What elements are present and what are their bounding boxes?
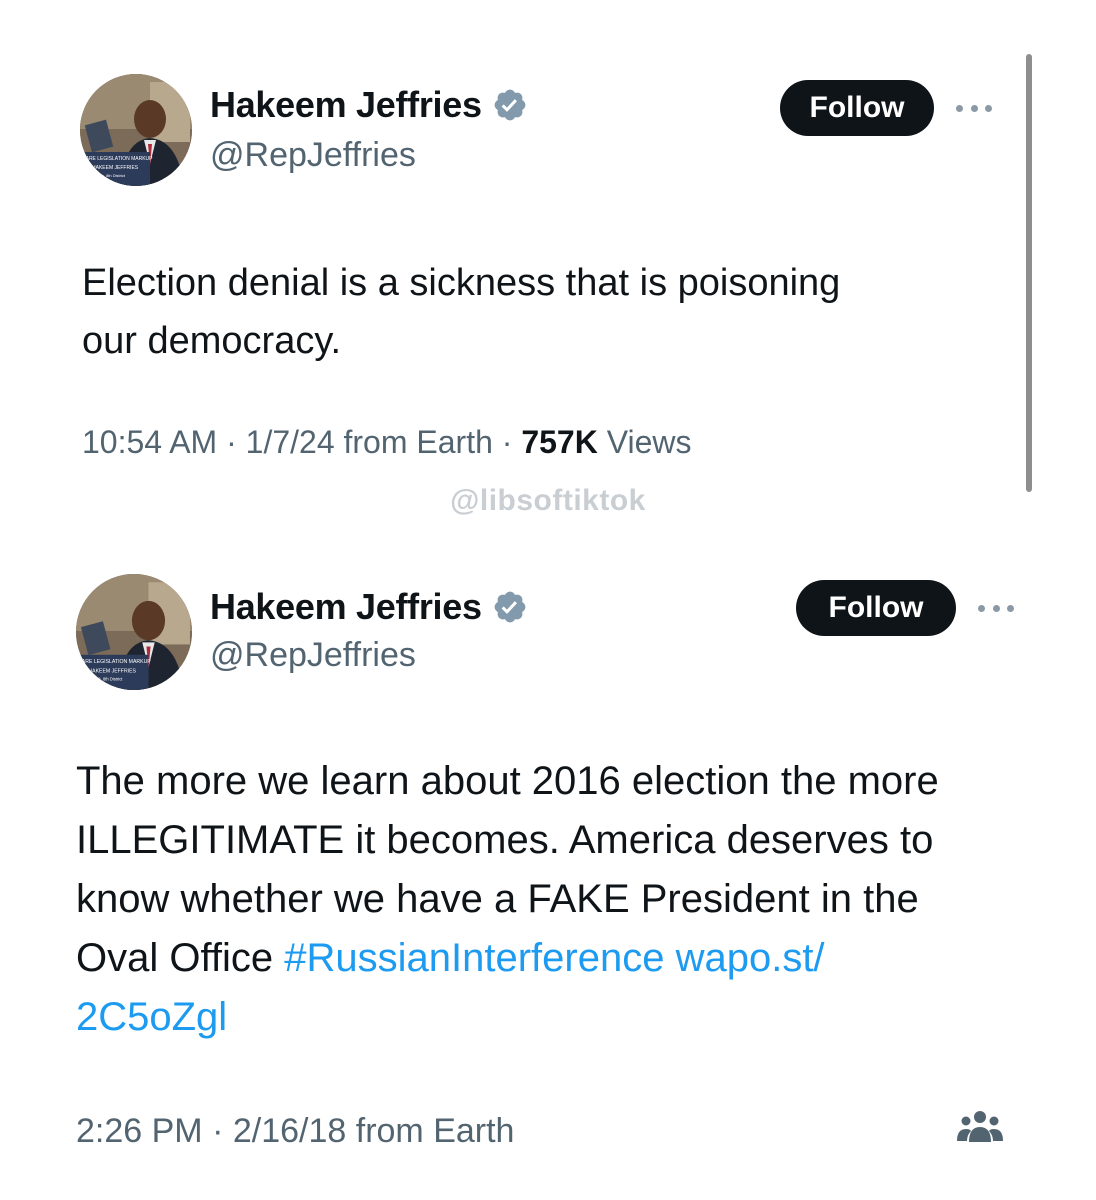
- tweet-1[interactable]: CARE LEGISLATION MARKUP HAKEEM JEFFRIES …: [0, 0, 1096, 470]
- tweet-meta: 2:26 PM · 2/16/18 from Earth: [76, 1112, 515, 1150]
- hashtag-link[interactable]: #RussianInterference: [284, 936, 664, 980]
- tweet-2[interactable]: CARE LEGISLATION MARKUP HAKEEM JEFFRIES …: [0, 540, 1096, 1200]
- tweet-meta: 10:54 AM · 1/7/24 from Earth · 757K View…: [82, 424, 692, 460]
- tweet-text-line: ILLEGITIMATE it becomes. America deserve…: [76, 818, 934, 862]
- author-name[interactable]: Hakeem Jeffries: [210, 84, 482, 126]
- author-handle[interactable]: @RepJeffries: [210, 636, 416, 675]
- author-handle[interactable]: @RepJeffries: [210, 136, 416, 175]
- url-link[interactable]: 2C5oZgl: [76, 995, 227, 1039]
- avatar-caption: CARE LEGISLATION MARKUP: [82, 156, 153, 162]
- tweet-date[interactable]: 1/7/24 from Earth: [246, 424, 493, 460]
- more-options-icon[interactable]: [978, 602, 1014, 614]
- tweet-text: Election denial is a sickness that is po…: [82, 254, 840, 370]
- tweet-text-line: our democracy.: [82, 320, 342, 362]
- avatar[interactable]: CARE LEGISLATION MARKUP HAKEEM JEFFRIES …: [76, 574, 192, 690]
- avatar-caption: HAKEEM JEFFRIES: [92, 165, 139, 171]
- tweet-text-line: Election denial is a sickness that is po…: [82, 262, 841, 304]
- verified-badge-icon: [494, 591, 526, 623]
- tweet-date[interactable]: 2/16/18 from Earth: [233, 1112, 515, 1150]
- avatar-caption: HAKEEM JEFFRIES: [88, 668, 136, 674]
- views-label: Views: [606, 424, 692, 460]
- tweet-text-line: 2C5oZgl: [76, 988, 939, 1047]
- follow-button[interactable]: Follow: [780, 80, 934, 136]
- tweet-time[interactable]: 2:26 PM: [76, 1112, 203, 1150]
- more-options-icon[interactable]: [956, 102, 992, 114]
- avatar-caption: York, 8th District: [96, 173, 126, 178]
- community-people-icon[interactable]: [956, 1108, 1004, 1148]
- avatar-caption: CARE LEGISLATION MARKUP: [78, 659, 151, 665]
- verified-badge-icon: [494, 89, 526, 121]
- tweet-text-line: The more we learn about 2016 election th…: [76, 759, 939, 803]
- tweet-text-segment: Oval Office: [76, 936, 285, 980]
- tweet-text: The more we learn about 2016 election th…: [76, 752, 939, 1047]
- tweet-text-line: know whether we have a FAKE President in…: [76, 877, 919, 921]
- follow-button[interactable]: Follow: [796, 580, 956, 636]
- author-name[interactable]: Hakeem Jeffries: [210, 586, 482, 628]
- avatar-photo: CARE LEGISLATION MARKUP HAKEEM JEFFRIES …: [76, 574, 192, 690]
- avatar-photo: CARE LEGISLATION MARKUP HAKEEM JEFFRIES …: [80, 74, 192, 186]
- author-name-row[interactable]: Hakeem Jeffries: [210, 84, 528, 126]
- views-count: 757K: [521, 424, 598, 460]
- watermark: @libsoftiktok: [450, 484, 646, 517]
- tweet-time[interactable]: 10:54 AM: [82, 424, 217, 460]
- author-name-row[interactable]: Hakeem Jeffries: [210, 586, 528, 628]
- avatar-caption: York, 8th District: [93, 677, 124, 682]
- tweet-text-line: Oval Office #RussianInterference wapo.st…: [76, 929, 939, 988]
- avatar[interactable]: CARE LEGISLATION MARKUP HAKEEM JEFFRIES …: [80, 74, 192, 186]
- url-link[interactable]: wapo.st/: [676, 936, 825, 980]
